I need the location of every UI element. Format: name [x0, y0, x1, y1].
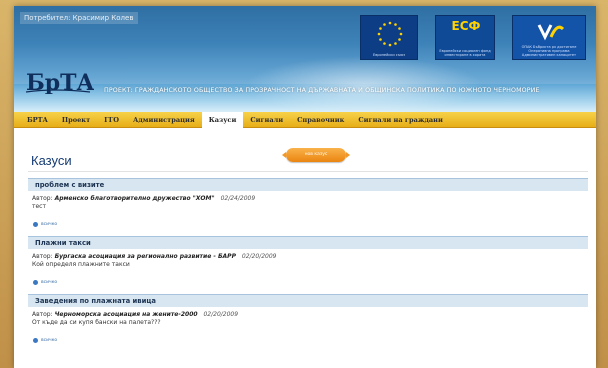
nav-item-directory[interactable]: Справочник	[290, 112, 351, 128]
author-label: Автор:	[32, 253, 53, 260]
case-item: Заведения по плажната ивица Автор: Черно…	[28, 294, 588, 346]
browser-page: Потребител: Красимир Колев Европейски съ…	[14, 6, 596, 368]
case-description: тест	[32, 203, 46, 210]
case-more-link[interactable]: всичко	[28, 326, 588, 346]
case-more-link[interactable]: всичко	[28, 268, 588, 288]
esf-mark: ЕСФ	[451, 19, 481, 33]
more-label[interactable]: всичко	[41, 222, 57, 227]
case-item: Плажни такси Автор: Бургаска асоциация з…	[28, 236, 588, 288]
project-title: ПРОЕКТ: ГРАЖДАНСКОТО ОБЩЕСТВО ЗА ПРОЗРАЧ…	[104, 87, 540, 94]
user-indicator: Потребител: Красимир Колев	[20, 12, 138, 24]
op-caption: ОПАК Бъбриста рх достигане Оперативна пр…	[521, 45, 577, 57]
author-label: Автор:	[32, 311, 53, 318]
site-header: Потребител: Красимир Колев Европейски съ…	[14, 6, 596, 112]
esf-caption: Европейски социален фонд инвестиране в х…	[439, 49, 491, 57]
nav-item-citizen-signals[interactable]: Сигнали на граждани	[351, 112, 449, 128]
brta-logo[interactable]: БрТА	[24, 68, 94, 94]
nav-item-ggo[interactable]: ГГО	[97, 112, 126, 128]
eu-caption: Европейски съюз	[373, 53, 405, 57]
bullet-icon	[33, 280, 38, 285]
case-date: 02/20/2009	[241, 253, 277, 260]
nav-item-cases[interactable]: Казуси	[201, 111, 244, 128]
case-title[interactable]: проблем с визите	[28, 178, 588, 191]
more-label[interactable]: всичко	[41, 280, 57, 285]
case-more-link[interactable]: всичко	[28, 210, 588, 230]
case-meta: Автор: Черноморска асоциация на жените-2…	[28, 307, 588, 318]
case-author: Арменско благотворително дружество "ХОМ"	[54, 195, 215, 202]
nav-item-project[interactable]: Проект	[55, 112, 97, 128]
case-title[interactable]: Заведения по плажната ивица	[28, 294, 588, 307]
eu-logo: Европейски съюз	[360, 15, 418, 60]
esf-logo: ЕСФ Европейски социален фонд инвестиране…	[435, 15, 495, 60]
case-date: 02/24/2009	[220, 195, 256, 202]
page-title: Казуси	[31, 153, 72, 168]
case-description: От къде да си купя бански на палета???	[32, 319, 161, 326]
op-program-icon	[537, 24, 565, 41]
author-label: Автор:	[32, 195, 53, 202]
case-author: Бургаска асоциация за регионално развити…	[54, 253, 236, 260]
eu-stars-icon	[377, 21, 403, 47]
nav-item-administration[interactable]: Администрация	[126, 112, 202, 128]
nav-item-signals[interactable]: Сигнали	[243, 112, 290, 128]
case-author: Черноморска асоциация на жените-2000	[54, 311, 198, 318]
case-title[interactable]: Плажни такси	[28, 236, 588, 249]
bullet-icon	[33, 222, 38, 227]
more-label[interactable]: всичко	[41, 338, 57, 343]
case-item: проблем с визите Автор: Арменско благотв…	[28, 178, 588, 230]
nav-item-brta[interactable]: БРТА	[20, 112, 55, 128]
new-case-button[interactable]: нов казус	[282, 148, 350, 162]
content-top: Казуси нов казус	[28, 142, 588, 172]
bullet-icon	[33, 338, 38, 343]
op-logo: ОПАК Бъбриста рх достигане Оперативна пр…	[512, 15, 586, 60]
case-meta: Автор: Бургаска асоциация за регионално …	[28, 249, 588, 260]
sun-glow	[244, 56, 484, 112]
main-nav: БРТА Проект ГГО Администрация Казуси Сиг…	[14, 111, 596, 128]
main-content: Казуси нов казус проблем с визите Автор:…	[14, 128, 596, 346]
outer-frame: Потребител: Красимир Колев Европейски съ…	[0, 0, 608, 368]
case-meta: Автор: Арменско благотворително дружеств…	[28, 191, 588, 202]
case-description: Кой определя плажните такси	[32, 261, 130, 268]
case-date: 02/20/2009	[203, 311, 239, 318]
